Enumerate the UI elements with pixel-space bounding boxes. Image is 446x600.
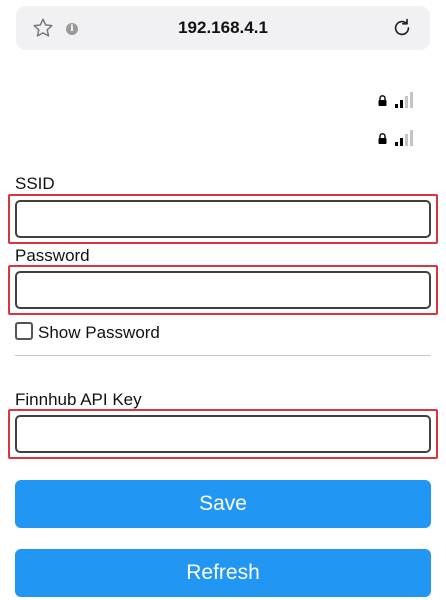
save-button[interactable]: Save [15, 480, 431, 528]
lock-icon [378, 133, 387, 144]
api-key-label: Finnhub API Key [15, 390, 142, 409]
reload-icon[interactable] [391, 17, 413, 39]
password-label: Password [15, 246, 90, 265]
url-text[interactable]: 192.168.4.1 [16, 18, 430, 38]
divider [15, 355, 431, 356]
ssid-label: SSID [15, 174, 55, 193]
api-key-input[interactable] [15, 415, 431, 453]
show-password-label[interactable]: Show Password [38, 323, 160, 343]
refresh-button[interactable]: Refresh [15, 549, 431, 597]
ssid-input[interactable] [15, 200, 431, 238]
signal-icon [395, 130, 413, 146]
signal-icon [395, 92, 413, 108]
lock-icon [378, 95, 387, 106]
password-input[interactable] [15, 271, 431, 309]
network-item[interactable] [378, 92, 418, 108]
address-bar[interactable]: i 192.168.4.1 [16, 6, 430, 50]
show-password-checkbox[interactable] [15, 322, 33, 340]
network-item[interactable] [378, 130, 418, 146]
